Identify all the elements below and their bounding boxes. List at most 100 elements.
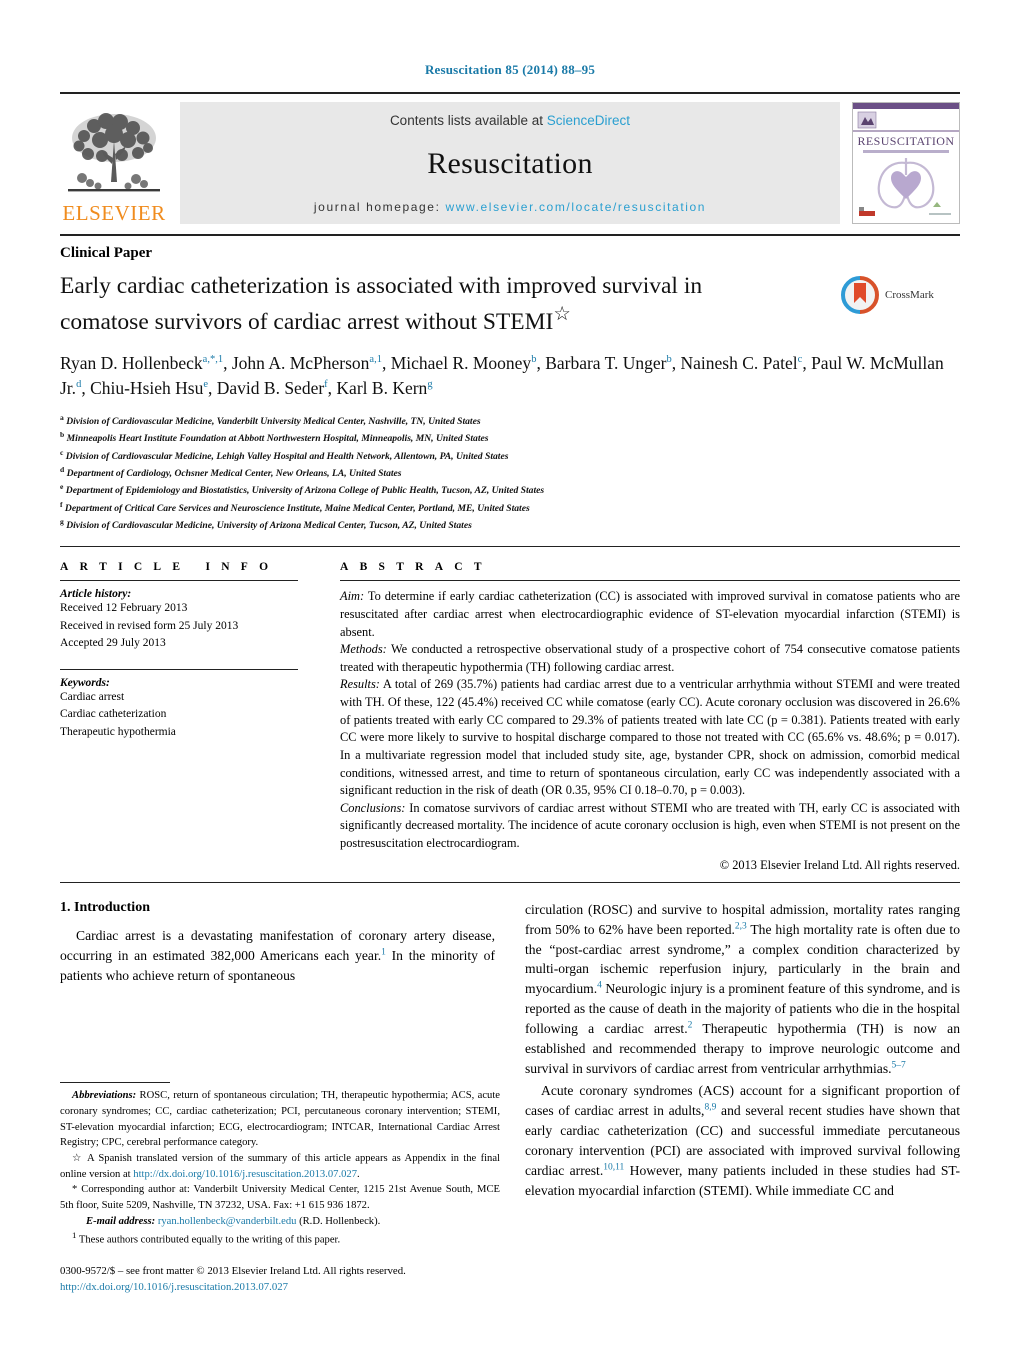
crossmark-badge[interactable]: CrossMark bbox=[840, 271, 960, 315]
page-title: Early cardiac catheterization is associa… bbox=[60, 271, 780, 338]
author-affiliation-marker: e bbox=[203, 379, 208, 391]
keyword-item: Cardiac catheterization bbox=[60, 708, 167, 721]
contents-prefix: Contents lists available at bbox=[389, 113, 547, 128]
abstract-conclusions-text: In comatose survivors of cardiac arrest … bbox=[340, 800, 960, 850]
affiliation-item: g Division of Cardiovascular Medicine, U… bbox=[60, 517, 472, 532]
keywords-block: Keywords: Cardiac arrest Cardiac cathete… bbox=[60, 677, 298, 741]
author-affiliation-marker: a,1 bbox=[369, 354, 382, 366]
author-affiliation-marker: b bbox=[666, 354, 672, 366]
affiliation-marker: f bbox=[60, 499, 63, 509]
footnote-equal-contribution: 1 These authors contributed equally to t… bbox=[60, 1229, 500, 1248]
author-affiliation-marker: c bbox=[797, 354, 803, 366]
affiliation-marker: a bbox=[60, 413, 64, 423]
author-name[interactable]: John A. McPherson bbox=[232, 353, 370, 373]
elsevier-tree-icon bbox=[68, 113, 160, 192]
equal-text: These authors contributed equally to the… bbox=[76, 1234, 341, 1246]
section-heading-introduction: 1. Introduction bbox=[60, 899, 150, 915]
affiliation-marker: c bbox=[60, 447, 64, 457]
affiliation-item: c Division of Cardiovascular Medicine, L… bbox=[60, 447, 509, 462]
citation-ref[interactable]: 2,3 bbox=[735, 921, 747, 931]
homepage-prefix: journal homepage: bbox=[313, 200, 446, 214]
abstract-results-label: Results: bbox=[340, 677, 380, 692]
intro-paragraph-right-2: Acute coronary syndromes (ACS) account f… bbox=[525, 1081, 960, 1201]
sciencedirect-link[interactable]: ScienceDirect bbox=[547, 113, 630, 128]
homepage-link[interactable]: www.elsevier.com/locate/resuscitation bbox=[445, 200, 706, 214]
abstract-conclusions: Conclusions: In comatose survivors of ca… bbox=[340, 800, 960, 853]
author-affiliation-marker: g bbox=[427, 379, 433, 391]
author-affiliation-marker: a,*,1 bbox=[202, 354, 224, 366]
article-info-rule bbox=[60, 580, 298, 582]
divider-above-abstract bbox=[60, 546, 960, 548]
contents-available-line: Contents lists available at ScienceDirec… bbox=[180, 113, 840, 128]
star-tail: . bbox=[357, 1168, 360, 1180]
affiliation-item: d Department of Cardiology, Ochsner Medi… bbox=[60, 465, 402, 480]
author-affiliation-marker: f bbox=[324, 379, 328, 391]
history-revised: Received in revised form 25 July 2013 bbox=[60, 619, 239, 632]
affiliation-marker: b bbox=[60, 430, 65, 440]
abstract-methods-label: Methods: bbox=[340, 642, 387, 657]
author-affiliation-marker: b bbox=[531, 354, 537, 366]
email-label: E-mail address: bbox=[86, 1215, 156, 1227]
article-history-title: Article history: bbox=[60, 588, 132, 601]
article-info-panel: A R T I C L E I N F O Article history: R… bbox=[60, 561, 322, 872]
author-name[interactable]: Nainesh C. Patel bbox=[681, 353, 798, 373]
affiliation-marker: g bbox=[60, 517, 64, 527]
intro-paragraph-left: Cardiac arrest is a devastating manifest… bbox=[60, 926, 495, 986]
keywords-title: Keywords: bbox=[60, 676, 110, 689]
affiliation-list: a Division of Cardiovascular Medicine, V… bbox=[60, 412, 960, 533]
affiliation-item: f Department of Critical Care Services a… bbox=[60, 499, 530, 514]
author-name[interactable]: Chiu-Hsieh Hsu bbox=[90, 378, 203, 398]
footnote-corresponding-author: * Corresponding author at: Vanderbilt Un… bbox=[60, 1182, 500, 1213]
affiliation-item: b Minneapolis Heart Institute Foundation… bbox=[60, 430, 489, 445]
banner-center: Contents lists available at ScienceDirec… bbox=[180, 102, 840, 224]
issn-block: 0300-9572/$ – see front matter © 2013 El… bbox=[60, 1263, 500, 1295]
journal-cover-art: RESUSCITATION bbox=[853, 103, 959, 223]
article-page: Resuscitation 85 (2014) 88–95 ELSEVIER C… bbox=[0, 0, 1020, 1351]
crossmark-label: CrossMark bbox=[885, 289, 934, 301]
affiliation-marker: d bbox=[60, 465, 65, 475]
doi-link-appendix[interactable]: http://dx.doi.org/10.1016/j.resuscitatio… bbox=[133, 1169, 357, 1180]
journal-title: Resuscitation bbox=[427, 147, 593, 180]
abstract-methods: Methods: We conducted a retrospective ob… bbox=[340, 641, 960, 676]
elsevier-wordmark: ELSEVIER bbox=[62, 201, 166, 225]
citation-ref[interactable]: 8,9 bbox=[704, 1103, 716, 1113]
author-name[interactable]: Ryan D. Hollenbeck bbox=[60, 353, 203, 373]
body-column-right: circulation (ROSC) and survive to hospit… bbox=[525, 900, 960, 1204]
doi-link[interactable]: http://dx.doi.org/10.1016/j.resuscitatio… bbox=[60, 1279, 500, 1295]
abstract-results-text: A total of 269 (35.7%) patients had card… bbox=[340, 677, 960, 798]
author-name[interactable]: Karl B. Kern bbox=[336, 378, 427, 398]
journal-cover-thumbnail[interactable]: RESUSCITATION bbox=[852, 102, 960, 224]
citation-ref[interactable]: 5–7 bbox=[892, 1061, 906, 1071]
issn-line: 0300-9572/$ – see front matter © 2013 El… bbox=[60, 1264, 406, 1277]
email-tail: (R.D. Hollenbeck). bbox=[296, 1215, 381, 1227]
divider-below-abstract bbox=[60, 881, 960, 883]
footnote-abbreviations: Abbreviations: ROSC, return of spontaneo… bbox=[60, 1088, 500, 1151]
abstract-heading: A B S T R A C T bbox=[340, 561, 486, 574]
star-marker: ☆ bbox=[72, 1153, 84, 1165]
article-type-label: Clinical Paper bbox=[60, 245, 153, 261]
title-footnote-marker: ☆ bbox=[553, 304, 571, 326]
author-name[interactable]: Michael R. Mooney bbox=[391, 353, 531, 373]
abstract-aim-label: Aim: bbox=[340, 589, 365, 604]
divider-below-banner bbox=[60, 234, 960, 236]
affiliation-marker: e bbox=[60, 482, 64, 492]
footnote-rule bbox=[60, 1082, 170, 1084]
keyword-item: Therapeutic hypothermia bbox=[60, 725, 176, 738]
keywords-rule bbox=[60, 668, 298, 670]
author-list: Ryan D. Hollenbecka,*,1, John A. McPhers… bbox=[60, 353, 944, 399]
abstract-aim-text: To determine if early cardiac catheteriz… bbox=[340, 589, 960, 639]
email-link[interactable]: ryan.hollenbeck@vanderbilt.edu bbox=[158, 1216, 297, 1227]
author-name[interactable]: Barbara T. Unger bbox=[545, 353, 666, 373]
svg-text:RESUSCITATION: RESUSCITATION bbox=[858, 134, 955, 148]
abstract-methods-text: We conducted a retrospective observation… bbox=[340, 642, 960, 674]
footnote-spanish-summary: ☆ A Spanish translated version of the su… bbox=[60, 1151, 500, 1182]
article-history-block: Article history: Received 12 February 20… bbox=[60, 588, 298, 652]
abbrev-label: Abbreviations: bbox=[72, 1090, 137, 1102]
journal-banner: ELSEVIER Contents lists available at Sci… bbox=[60, 92, 960, 224]
abstract-aim: Aim: To determine if early cardiac cathe… bbox=[340, 588, 960, 641]
crossmark-icon bbox=[841, 276, 879, 314]
abstract-copyright: © 2013 Elsevier Ireland Ltd. All rights … bbox=[719, 857, 960, 872]
affiliation-item: e Department of Epidemiology and Biostat… bbox=[60, 482, 545, 497]
author-name[interactable]: David B. Seder bbox=[217, 378, 324, 398]
citation-ref[interactable]: 10,11 bbox=[603, 1163, 624, 1173]
